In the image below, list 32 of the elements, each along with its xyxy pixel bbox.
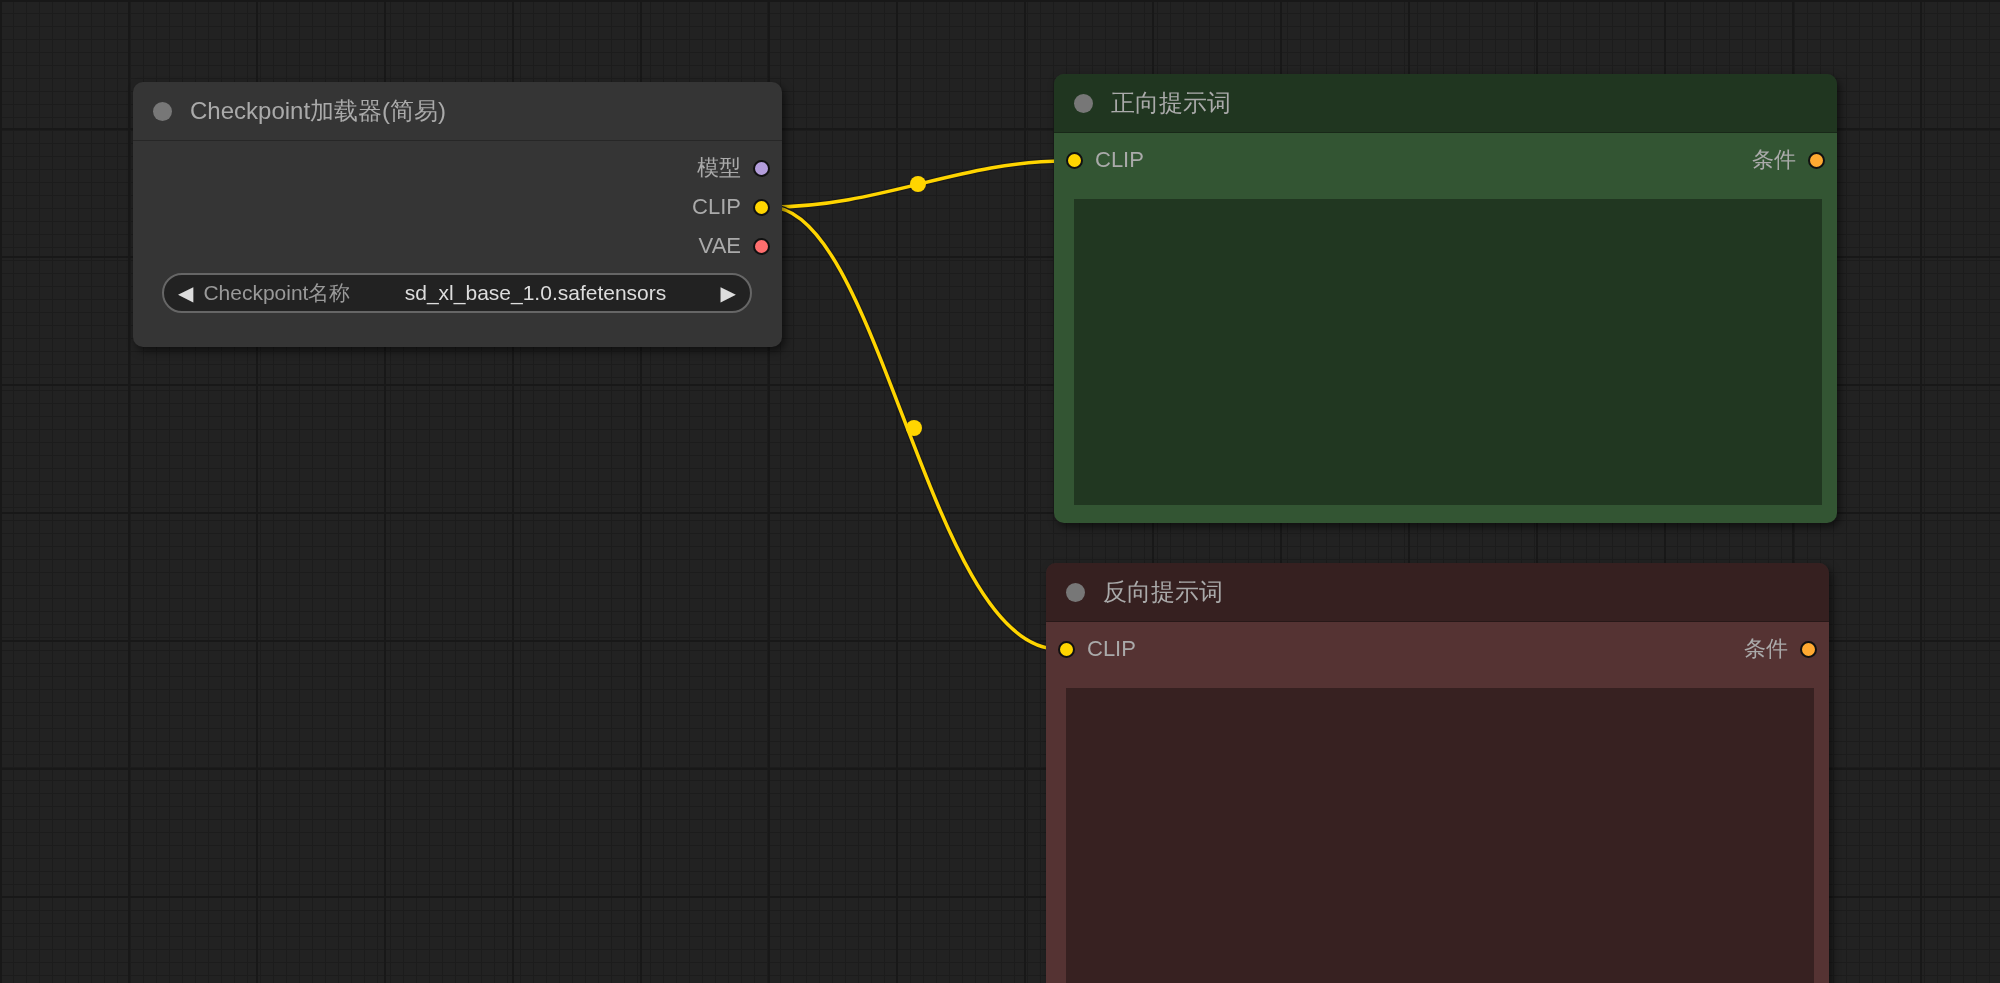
node-title-bar[interactable]: Checkpoint加载器(简易) [133,82,782,141]
input-slot[interactable] [1066,151,1083,169]
node-panel[interactable]: 正向提示词 CLIP 条件 [1054,74,1837,523]
node-title: Checkpoint加载器(简易) [190,96,447,126]
output-slot[interactable] [1800,640,1817,658]
node-panel[interactable]: Checkpoint加载器(简易) 模型 CLIP VAE ◀ Checkpoint名称 sd_xl_base_1.0.safetensors ▶ [133,82,782,347]
node-title: 反向提示词 [1103,577,1223,607]
input-slot[interactable] [1058,640,1075,658]
output-label: 条件 [1752,146,1796,174]
widget-label: Checkpoint名称 [203,280,351,306]
combo-widget[interactable]: ◀ Checkpoint名称 sd_xl_base_1.0.safetensors ▶ [162,273,752,313]
output-slot[interactable] [753,198,770,216]
input-label: CLIP [1087,636,1136,662]
output-slot[interactable] [753,159,770,177]
output-label: 条件 [1744,635,1788,663]
collapse-dot-icon[interactable] [1066,582,1085,602]
output-label: VAE [698,233,741,259]
collapse-dot-icon[interactable] [153,101,172,121]
decrement-arrow[interactable]: ◀ [178,281,194,305]
output-slot[interactable] [1808,151,1825,169]
node-panel[interactable]: 反向提示词 CLIP 条件 [1046,563,1829,983]
node-title-bar[interactable]: 反向提示词 [1046,563,1829,622]
node-title-bar[interactable]: 正向提示词 [1054,74,1837,133]
output-label: CLIP [692,194,741,220]
node-title: 正向提示词 [1111,88,1231,118]
input-label: CLIP [1095,147,1144,173]
output-slot[interactable] [753,237,770,255]
collapse-dot-icon[interactable] [1074,93,1093,113]
increment-arrow[interactable]: ▶ [720,281,736,305]
widget-value: sd_xl_base_1.0.safetensors [403,281,668,305]
node-canvas[interactable]: Checkpoint加载器(简易) 模型 CLIP VAE ◀ Checkpoint名称 sd_xl_base_1.0.safetensors ▶ 正向提示词 CLIP 条件 反向提示词 CLIP 条件 [0,0,2000,983]
output-label: 模型 [697,154,741,182]
